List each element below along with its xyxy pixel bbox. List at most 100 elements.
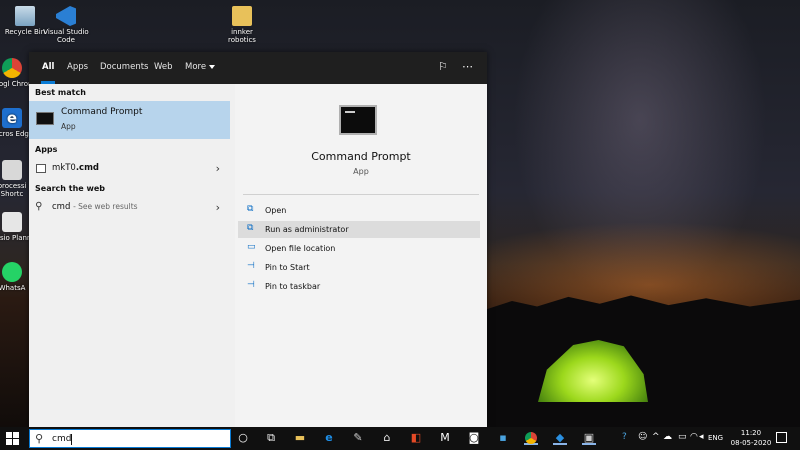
- recycle-bin-icon: [15, 6, 35, 26]
- edge-icon[interactable]: e: [322, 431, 336, 445]
- web-header: Search the web: [35, 184, 106, 193]
- action-label: Pin to taskbar: [265, 282, 321, 291]
- start-button[interactable]: [6, 432, 20, 445]
- desktop-icon-label: processi Shortc: [0, 182, 27, 198]
- people-icon[interactable]: ☺: [638, 432, 647, 442]
- app-result-label: mkT0.cmd: [52, 163, 99, 173]
- clock-time[interactable]: 11:20: [735, 429, 767, 437]
- action-pin-to-start[interactable]: ⊣ Pin to Start: [238, 259, 480, 276]
- task-view-icon[interactable]: ⧉: [264, 431, 278, 445]
- detail-divider: [243, 194, 479, 195]
- app-result-name: mkT0: [52, 163, 76, 173]
- desktop-icon-vscode[interactable]: Visual Studio Code: [42, 6, 90, 44]
- script-file-icon: [36, 164, 46, 173]
- edge-icon: e: [2, 108, 22, 128]
- help-icon[interactable]: ?: [622, 432, 627, 442]
- desktop-icon-label: WhatsA: [0, 284, 26, 292]
- detail-subtitle: App: [353, 167, 369, 176]
- chevron-right-icon[interactable]: ›: [216, 162, 220, 175]
- whatsapp-icon: [2, 262, 22, 282]
- app-result-mkt0-cmd[interactable]: mkT0.cmd ›: [29, 160, 230, 178]
- vscode-icon: [56, 6, 76, 26]
- wifi-icon[interactable]: ◠: [690, 432, 698, 442]
- camera-icon[interactable]: ◙: [467, 431, 481, 445]
- windows-search-panel: All Apps Documents Web More ⚐ ⋯ Best mat…: [29, 52, 487, 427]
- best-match-header: Best match: [35, 88, 86, 97]
- result-detail-pane: Command Prompt App ⧉ Open ⧉ Run as admin…: [235, 84, 487, 427]
- command-prompt-large-icon: [339, 105, 377, 135]
- command-prompt-icon: [36, 112, 54, 125]
- cortana-icon[interactable]: ○: [236, 431, 250, 445]
- best-match-subtitle: App: [61, 122, 76, 131]
- detail-title: Command Prompt: [311, 150, 411, 163]
- tab-more-label: More: [185, 62, 207, 72]
- search-icon: ⚲: [35, 201, 43, 212]
- action-label: Open file location: [265, 244, 336, 253]
- action-run-as-administrator[interactable]: ⧉ Run as administrator: [238, 221, 480, 238]
- shortcut-icon: [2, 160, 22, 180]
- action-label: Pin to Start: [265, 263, 310, 272]
- search-icon: ⚲: [35, 432, 44, 445]
- best-match-title: Command Prompt: [61, 107, 143, 117]
- apps-header: Apps: [35, 145, 58, 154]
- taskbar: ⚲ cmd ○ ⧉ ▬ e ✎ ⌂ ◧ M ◙ ▪ ◆ ▣ ? ☺ ^ ☁ ▭ …: [0, 427, 800, 450]
- pin-icon: ⊣: [247, 261, 255, 271]
- web-result-cmd[interactable]: ⚲ cmd - See web results ›: [29, 199, 230, 217]
- text-caret: [71, 434, 72, 445]
- chevron-down-icon: [209, 64, 216, 69]
- tab-more[interactable]: More: [185, 62, 216, 72]
- clock-date[interactable]: 08-05-2020: [729, 439, 773, 447]
- action-open[interactable]: ⧉ Open: [238, 202, 480, 219]
- windows-logo-pane: [13, 432, 19, 438]
- store-icon[interactable]: ⌂: [380, 431, 394, 445]
- tab-documents[interactable]: Documents: [100, 62, 148, 72]
- windows-logo-pane: [13, 439, 19, 445]
- results-list: Best match Command Prompt App Apps mkT0.…: [29, 84, 235, 427]
- best-match-command-prompt[interactable]: Command Prompt App: [29, 101, 230, 139]
- action-pin-to-taskbar[interactable]: ⊣ Pin to taskbar: [238, 278, 480, 295]
- desktop-icon-label: innker robotics: [228, 28, 256, 44]
- terminal-icon[interactable]: ▣: [582, 431, 596, 445]
- pin-icon: ⊣: [247, 280, 255, 290]
- desktop-icon-label: Recycle Bin: [4, 28, 46, 36]
- taskbar-search-input[interactable]: ⚲ cmd: [29, 429, 231, 448]
- search-query-value: cmd: [52, 434, 72, 444]
- web-result-query: cmd: [52, 202, 71, 212]
- office-icon[interactable]: ◧: [409, 431, 423, 445]
- app-result-extension: .cmd: [75, 163, 100, 173]
- battery-icon[interactable]: ▭: [678, 432, 687, 442]
- folder-icon: [232, 6, 252, 26]
- desktop-icon-label: Visual Studio Code: [43, 28, 89, 44]
- file-location-icon: ▭: [247, 242, 256, 252]
- app-blue-icon[interactable]: ▪: [496, 431, 510, 445]
- action-label: Open: [265, 206, 287, 215]
- more-options-icon[interactable]: ⋯: [462, 60, 473, 73]
- action-label: Run as administrator: [265, 225, 349, 234]
- action-open-file-location[interactable]: ▭ Open file location: [238, 240, 480, 257]
- tab-web[interactable]: Web: [154, 62, 173, 72]
- web-result-label: cmd - See web results: [52, 202, 138, 212]
- chevron-up-icon[interactable]: ^: [652, 432, 660, 442]
- app-m-icon[interactable]: M: [438, 431, 452, 445]
- chrome-icon: [2, 58, 22, 78]
- notifications-icon[interactable]: [776, 432, 787, 443]
- cloud-icon[interactable]: ☁: [663, 432, 672, 442]
- feedback-icon[interactable]: ⚐: [438, 60, 448, 73]
- web-result-hint: - See web results: [73, 202, 138, 211]
- windows-logo-pane: [6, 439, 12, 445]
- mission-planner-icon: [2, 212, 22, 232]
- tab-all[interactable]: All: [42, 62, 54, 72]
- vscode-icon[interactable]: ◆: [553, 431, 567, 445]
- mountain-silhouette: [487, 295, 800, 427]
- chrome-icon[interactable]: [524, 431, 538, 445]
- pen-icon[interactable]: ✎: [351, 431, 365, 445]
- chevron-right-icon[interactable]: ›: [216, 201, 220, 214]
- open-icon: ⧉: [247, 204, 254, 214]
- language-indicator[interactable]: ENG: [708, 434, 723, 442]
- tab-apps[interactable]: Apps: [67, 62, 88, 72]
- volume-icon[interactable]: ◂: [699, 432, 704, 442]
- desktop-icon-innker-robotics[interactable]: innker robotics: [218, 6, 266, 44]
- admin-shield-icon: ⧉: [247, 223, 254, 233]
- file-explorer-icon[interactable]: ▬: [293, 431, 307, 445]
- windows-logo-pane: [6, 432, 12, 438]
